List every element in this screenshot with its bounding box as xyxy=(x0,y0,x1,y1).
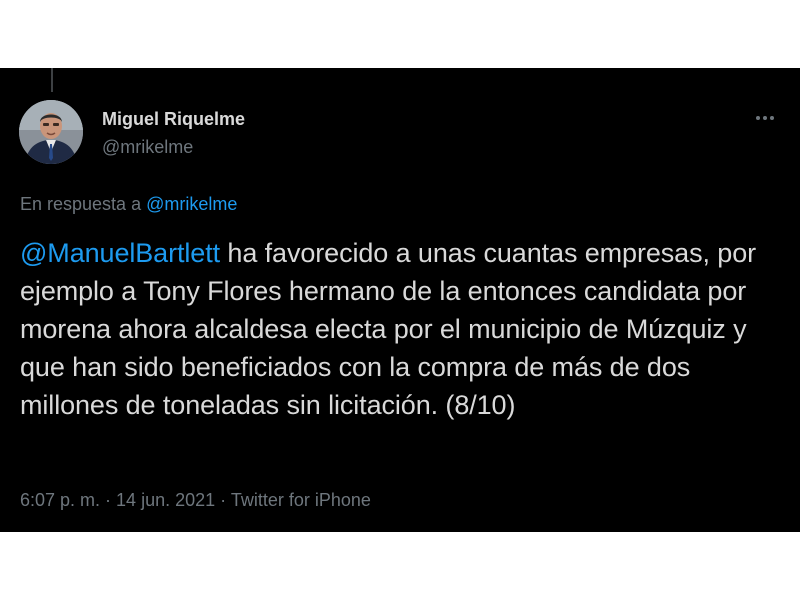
tweet-date[interactable]: 14 jun. 2021 xyxy=(116,490,215,510)
author-block: Miguel Riquelme @mrikelme xyxy=(102,108,245,158)
meta-separator: · xyxy=(100,490,117,510)
more-options-button[interactable] xyxy=(750,108,780,128)
tweet-source-link[interactable]: Twitter for iPhone xyxy=(231,490,371,510)
tweet-time[interactable]: 6:07 p. m. xyxy=(20,490,100,510)
tweet-meta: 6:07 p. m. · 14 jun. 2021 · Twitter for … xyxy=(20,488,371,512)
tweet-mention-link[interactable]: @ManuelBartlett xyxy=(20,238,220,268)
tweet-card: Miguel Riquelme @mrikelme En respuesta a… xyxy=(0,68,800,532)
reply-context-mention-link[interactable]: @mrikelme xyxy=(146,194,237,214)
more-horizontal-icon-dot xyxy=(770,116,774,120)
thread-connector-line xyxy=(51,68,53,92)
more-horizontal-icon-dot xyxy=(756,116,760,120)
profile-photo-icon xyxy=(19,100,83,164)
tweet-text: @ManuelBartlett ha favorecido a unas cua… xyxy=(20,234,790,424)
author-handle[interactable]: @mrikelme xyxy=(102,136,245,158)
reply-context: En respuesta a @mrikelme xyxy=(20,192,237,216)
meta-separator: · xyxy=(215,490,231,510)
author-display-name[interactable]: Miguel Riquelme xyxy=(102,108,245,130)
reply-context-prefix: En respuesta a xyxy=(20,194,147,214)
avatar[interactable] xyxy=(19,100,83,164)
more-horizontal-icon-dot xyxy=(763,116,767,120)
